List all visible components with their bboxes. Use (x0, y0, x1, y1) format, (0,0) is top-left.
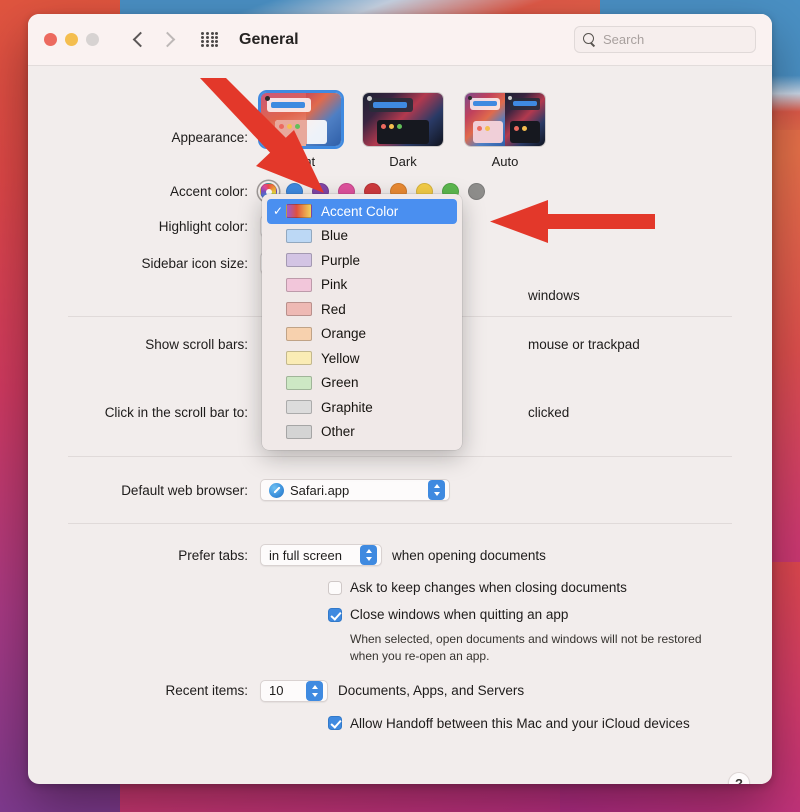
color-swatch-accent (286, 204, 312, 218)
prefer-tabs-row: Prefer tabs: in full screen when opening… (28, 544, 772, 566)
menu-item-label: Red (321, 302, 346, 317)
chevron-updown-icon[interactable] (360, 545, 377, 565)
click-scroll-bar-label: Click in the scroll bar to: (28, 405, 260, 420)
prefer-tabs-label: Prefer tabs: (28, 548, 260, 563)
recent-items-popup[interactable]: 10 (260, 680, 328, 702)
default-browser-popup[interactable]: Safari.app (260, 479, 450, 501)
checkmark-icon: ✓ (271, 204, 285, 218)
chevron-right-icon[interactable] (160, 31, 171, 49)
page-title: General (239, 31, 299, 49)
appearance-label-dark: Dark (362, 154, 444, 169)
color-swatch-red (286, 302, 312, 316)
divider-3 (68, 523, 732, 524)
safari-icon (269, 483, 284, 498)
arrow-to-accent-color-menu-item (490, 200, 655, 244)
navigation-arrows (133, 31, 171, 49)
close-windows-note-line2: when you re-open an app. (350, 648, 702, 665)
menu-item-yellow[interactable]: Yellow (262, 346, 462, 371)
show-scroll-bars-trailing-text: mouse or trackpad (528, 337, 640, 352)
color-swatch-orange (286, 327, 312, 341)
default-browser-label: Default web browser: (28, 483, 260, 498)
checkbox-checked-icon[interactable] (328, 716, 342, 730)
default-browser-row: Default web browser: Safari.app (28, 479, 772, 501)
menu-item-pink[interactable]: Pink (262, 273, 462, 298)
color-swatch-other (286, 425, 312, 439)
checkbox-checked-icon[interactable] (328, 608, 342, 622)
chevron-left-icon[interactable] (133, 31, 144, 49)
traffic-lights (44, 33, 99, 46)
ask-keep-changes-label: Ask to keep changes when closing documen… (350, 580, 627, 595)
appearance-label-auto: Auto (464, 154, 546, 169)
color-swatch-pink (286, 278, 312, 292)
ask-keep-changes-row: Ask to keep changes when closing documen… (28, 580, 772, 595)
zoom-button[interactable] (86, 33, 99, 46)
color-swatch-blue (286, 229, 312, 243)
menu-item-label: Graphite (321, 400, 373, 415)
chevron-updown-icon[interactable] (306, 681, 323, 701)
handoff-checkbox[interactable]: Allow Handoff between this Mac and your … (328, 716, 690, 731)
appearance-thumbnail-dark[interactable] (362, 92, 444, 147)
accent-swatch-graphite[interactable] (468, 183, 485, 200)
menu-item-label: Pink (321, 277, 347, 292)
menu-bar-trailing-text: windows (528, 288, 580, 303)
menu-item-purple[interactable]: Purple (262, 248, 462, 273)
appearance-thumbnail-auto[interactable] (464, 92, 546, 147)
divider-2 (68, 456, 732, 457)
menu-item-blue[interactable]: Blue (262, 224, 462, 249)
menu-item-label: Blue (321, 228, 348, 243)
recent-items-row: Recent items: 10 Documents, Apps, and Se… (28, 680, 772, 702)
help-button[interactable]: ? (728, 772, 750, 784)
prefer-tabs-popup[interactable]: in full screen (260, 544, 382, 566)
highlight-color-label: Highlight color: (28, 219, 260, 234)
arrow-to-accent-color (196, 78, 346, 203)
menu-item-label: Yellow (321, 351, 360, 366)
menu-item-orange[interactable]: Orange (262, 322, 462, 347)
show-all-grid-icon[interactable] (201, 32, 219, 48)
color-swatch-green (286, 376, 312, 390)
chevron-updown-icon[interactable] (428, 480, 445, 500)
menu-item-other[interactable]: Other (262, 420, 462, 445)
appearance-option-dark[interactable]: Dark (362, 92, 444, 169)
help-question-icon: ? (735, 776, 743, 785)
window-titlebar: General Search (28, 14, 772, 66)
close-windows-note-row: When selected, open documents and window… (28, 631, 772, 666)
handoff-row: Allow Handoff between this Mac and your … (28, 716, 772, 731)
search-icon (583, 33, 597, 47)
menu-item-label: Green (321, 375, 359, 390)
close-button[interactable] (44, 33, 57, 46)
prefer-tabs-suffix: when opening documents (392, 548, 546, 563)
search-input[interactable]: Search (574, 26, 756, 53)
highlight-color-dropdown-menu[interactable]: ✓ Accent Color Blue Purple Pink Red Oran… (262, 194, 462, 450)
show-scroll-bars-label: Show scroll bars: (28, 337, 260, 352)
menu-item-graphite[interactable]: Graphite (262, 395, 462, 420)
color-swatch-graphite (286, 400, 312, 414)
close-windows-checkbox[interactable]: Close windows when quitting an app (328, 607, 568, 622)
prefer-tabs-value: in full screen (269, 548, 354, 563)
sidebar-icon-size-label: Sidebar icon size: (28, 256, 260, 271)
color-swatch-purple (286, 253, 312, 267)
menu-item-red[interactable]: Red (262, 297, 462, 322)
minimize-button[interactable] (65, 33, 78, 46)
menu-item-green[interactable]: Green (262, 371, 462, 396)
close-windows-label: Close windows when quitting an app (350, 607, 568, 622)
recent-items-suffix: Documents, Apps, and Servers (338, 683, 524, 698)
recent-items-value: 10 (269, 683, 300, 698)
close-windows-note-line1: When selected, open documents and window… (350, 631, 702, 648)
menu-item-label: Orange (321, 326, 366, 341)
menu-item-label: Accent Color (321, 204, 398, 219)
menu-item-label: Purple (321, 253, 360, 268)
click-scroll-bar-trailing-text: clicked (528, 405, 569, 420)
recent-items-label: Recent items: (28, 683, 260, 698)
appearance-row: Appearance: Light (28, 92, 772, 169)
search-placeholder: Search (603, 32, 644, 47)
color-swatch-yellow (286, 351, 312, 365)
close-windows-row: Close windows when quitting an app (28, 607, 772, 622)
menu-item-label: Other (321, 424, 355, 439)
appearance-option-auto[interactable]: Auto (464, 92, 546, 169)
ask-keep-changes-checkbox[interactable]: Ask to keep changes when closing documen… (328, 580, 627, 595)
checkbox-unchecked-icon[interactable] (328, 581, 342, 595)
handoff-label: Allow Handoff between this Mac and your … (350, 716, 690, 731)
default-browser-value: Safari.app (290, 483, 422, 498)
